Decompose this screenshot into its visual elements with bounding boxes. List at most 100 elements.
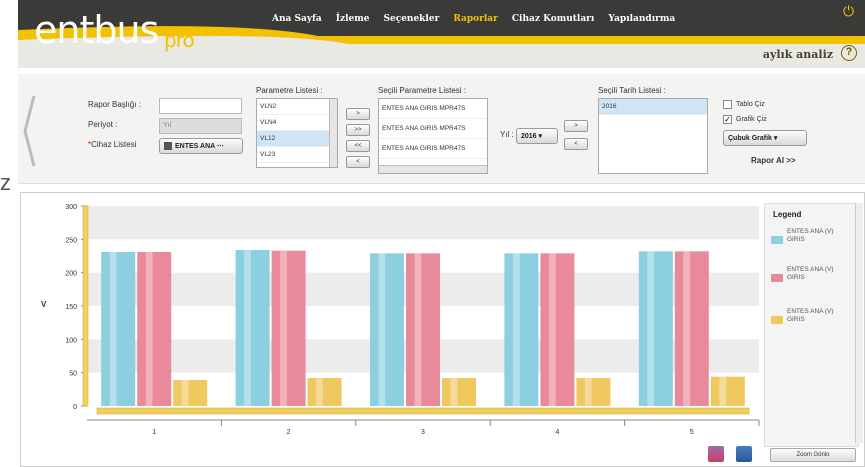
grid-band	[87, 206, 759, 240]
legend-label: ENTES ANA (V) GIRIS	[787, 228, 834, 243]
y-tick-label: 100	[65, 337, 77, 344]
cihaz-listesi-select[interactable]: ENTES ANA ⋯	[159, 138, 243, 154]
remove-date-button[interactable]: <	[564, 138, 588, 150]
list-item[interactable]: ENTES ANA GIRIS MPR47S	[379, 99, 487, 119]
header-bar: entbus pro Ana Sayfa İzleme Seçenekler R…	[18, 0, 865, 68]
logo-suffix: pro	[164, 28, 195, 52]
add-parameter-button[interactable]: >	[346, 108, 370, 120]
yil-label: Yıl :	[500, 130, 514, 139]
bar	[271, 250, 306, 406]
parametre-scrollbar[interactable]	[329, 99, 337, 167]
legend-swatch	[771, 274, 783, 282]
remove-all-parameters-button[interactable]: <<	[346, 140, 370, 152]
secili-parametre-label: Seçili Parametre Listesi :	[378, 86, 467, 95]
parametre-listesi-label: Parametre Listesi :	[256, 86, 323, 95]
bar	[674, 251, 709, 406]
bar-highlight	[683, 251, 691, 406]
bar	[540, 253, 575, 406]
bar-highlight	[584, 378, 592, 406]
export-pdf-icon[interactable]	[708, 446, 724, 462]
y-scrollbar	[82, 205, 89, 407]
y-tick-label: 0	[73, 404, 77, 411]
list-item[interactable]: ENTES ANA GIRIS MPR47S	[379, 139, 487, 159]
bar-highlight	[181, 380, 189, 406]
grafik-tipi-select[interactable]: Çubuk Grafik ▾	[723, 130, 807, 146]
collapse-left-icon[interactable]	[22, 94, 36, 168]
bar-highlight	[719, 376, 727, 406]
nav-cihaz-komutlari[interactable]: Cihaz Komutları	[512, 14, 594, 24]
bar	[173, 380, 208, 406]
parametre-listbox[interactable]: VLN2 VLN4 VL12 VL23	[256, 98, 338, 168]
rapor-al-button[interactable]: Rapor Al >>	[751, 156, 796, 165]
secili-tarih-label: Seçili Tarih Listesi :	[598, 86, 666, 95]
x-tick-label: 1	[152, 429, 156, 436]
nav-yapilandirma[interactable]: Yapılandırma	[608, 14, 675, 24]
bar-highlight	[450, 378, 458, 406]
y-tick-label: 50	[69, 371, 77, 378]
nav-izleme[interactable]: İzleme	[336, 14, 370, 24]
bar-highlight	[316, 378, 323, 406]
add-all-parameters-button[interactable]: >>	[346, 124, 370, 136]
x-tick-label: 5	[690, 429, 694, 436]
nav-raporlar[interactable]: Raporlar	[453, 14, 498, 24]
x-tick-label: 3	[421, 429, 425, 436]
x-tick-label: 2	[287, 429, 291, 436]
bar-chart: 0 50 100 150 200 250 300 V 1 2 3 4 5	[41, 204, 760, 436]
bar	[370, 253, 404, 406]
list-item[interactable]: 2016	[599, 99, 707, 115]
export-excel-icon[interactable]	[736, 446, 752, 462]
help-icon[interactable]: ?	[841, 45, 857, 61]
cihaz-listesi-label: *Cihaz Listesi	[88, 140, 137, 149]
remove-parameter-button[interactable]: <	[346, 156, 370, 168]
bar-highlight	[414, 253, 422, 406]
list-item[interactable]: VL12	[257, 131, 337, 147]
bar	[710, 376, 745, 406]
y-tick-label: 200	[65, 271, 77, 278]
chart-frame: 0 50 100 150 200 250 300 V 1 2 3 4 5	[20, 192, 865, 467]
periyot-select[interactable]: Yıl	[159, 118, 242, 134]
legend-label: ENTES ANA (V) GIRIS	[787, 266, 834, 281]
logo-text: entbus	[34, 8, 159, 52]
app-logo[interactable]: entbus pro	[34, 8, 195, 52]
secili-tarih-listbox[interactable]: 2016	[598, 98, 708, 174]
y-axis-label: V	[41, 300, 47, 309]
y-tick-label: 250	[65, 237, 77, 244]
yil-select[interactable]: 2016 ▾	[516, 128, 558, 144]
grafik-ciz-checkbox[interactable]: ✓	[723, 115, 732, 124]
zoom-reset-button[interactable]: Zoom Gönlo	[770, 448, 856, 462]
add-date-button[interactable]: >	[564, 120, 588, 132]
bar-highlight	[512, 253, 520, 406]
bar	[101, 252, 136, 406]
legend-swatch	[771, 316, 783, 324]
x-scrollbar	[96, 407, 750, 415]
bar	[307, 378, 342, 406]
bar-highlight	[244, 250, 251, 406]
list-item[interactable]: VL23	[257, 147, 337, 163]
bar-highlight	[145, 252, 153, 406]
secili-parametre-hscrollbar[interactable]	[379, 165, 487, 173]
side-letter: z	[0, 170, 11, 195]
main-nav: Ana Sayfa İzleme Seçenekler Raporlar Cih…	[272, 14, 675, 24]
secili-parametre-listbox[interactable]: ENTES ANA GIRIS MPR47S ENTES ANA GIRIS M…	[378, 98, 488, 174]
legend-scrollbar[interactable]	[855, 203, 863, 443]
page-title: aylık analiz	[762, 48, 833, 61]
legend-title: Legend	[773, 210, 802, 219]
tablo-ciz-checkbox[interactable]	[723, 100, 732, 109]
app-window: entbus pro Ana Sayfa İzleme Seçenekler R…	[0, 0, 865, 467]
x-tick-label: 4	[555, 429, 559, 436]
legend-label: ENTES ANA (V) GIRIS	[787, 308, 834, 323]
nav-secenekler[interactable]: Seçenekler	[383, 14, 439, 24]
bar-highlight	[548, 253, 556, 406]
bar-highlight	[280, 250, 287, 406]
power-icon[interactable]: ⏻	[843, 4, 857, 18]
rapor-basligi-input[interactable]	[159, 98, 242, 114]
nav-ana-sayfa[interactable]: Ana Sayfa	[272, 14, 322, 24]
list-item[interactable]: VLN2	[257, 99, 337, 115]
bar	[442, 378, 476, 406]
device-icon	[164, 142, 172, 151]
report-form-panel: Rapor Başlığı : Periyot : Yıl *Cihaz Lis…	[18, 74, 865, 184]
list-item[interactable]: VLN4	[257, 115, 337, 131]
bar	[235, 250, 270, 406]
list-item[interactable]: ENTES ANA GIRIS MPR47S	[379, 119, 487, 139]
bar-highlight	[109, 252, 117, 406]
